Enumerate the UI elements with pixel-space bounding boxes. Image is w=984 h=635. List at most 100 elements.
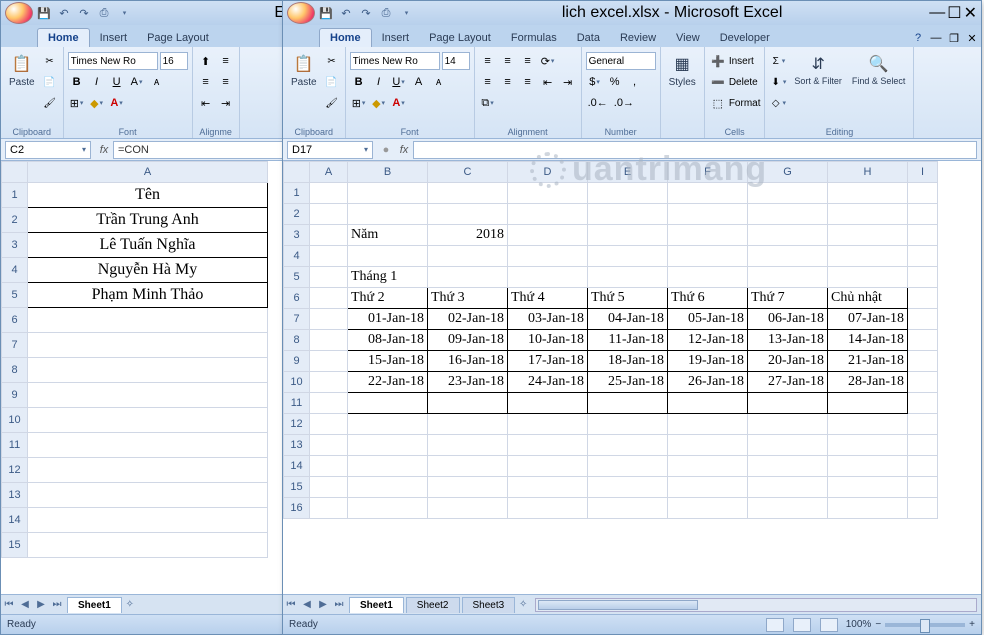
tab-pagelayout[interactable]: Page Layout xyxy=(419,29,501,47)
cell[interactable]: Năm xyxy=(348,225,428,246)
row-header[interactable]: 14 xyxy=(284,456,310,477)
cell[interactable] xyxy=(508,498,588,519)
align-left-icon[interactable]: ≡ xyxy=(479,73,497,91)
indent-dec-icon[interactable]: ⇤ xyxy=(539,73,557,91)
cell[interactable] xyxy=(508,246,588,267)
save-icon[interactable]: 💾 xyxy=(317,4,335,22)
cell[interactable] xyxy=(668,246,748,267)
cell[interactable] xyxy=(828,204,908,225)
sheet-nav-prev-icon[interactable]: ◀ xyxy=(299,599,315,610)
cell[interactable] xyxy=(908,246,938,267)
cell[interactable] xyxy=(668,204,748,225)
cell[interactable] xyxy=(748,267,828,288)
cell[interactable] xyxy=(748,456,828,477)
cell[interactable] xyxy=(28,383,268,408)
tab-data[interactable]: Data xyxy=(567,29,610,47)
italic-button[interactable]: I xyxy=(88,73,106,91)
cell[interactable] xyxy=(28,408,268,433)
cell[interactable] xyxy=(310,498,348,519)
zoom-slider[interactable] xyxy=(885,623,965,627)
cell[interactable]: 08-Jan-18 xyxy=(348,330,428,351)
cell[interactable]: 02-Jan-18 xyxy=(428,309,508,330)
cell[interactable] xyxy=(828,477,908,498)
cancel-icon[interactable]: ● xyxy=(377,141,395,159)
doc-restore-icon[interactable]: ❐ xyxy=(945,29,963,47)
col-header[interactable]: H xyxy=(828,162,908,183)
insert-cells-icon[interactable]: ➕ xyxy=(709,52,727,70)
new-sheet-icon[interactable]: ✧ xyxy=(122,599,138,610)
cell[interactable] xyxy=(348,183,428,204)
align-right-icon[interactable]: ≡ xyxy=(519,73,537,91)
worksheet-area[interactable]: A1Tên2Trần Trung Anh3Lê Tuấn Nghĩa4Nguyễ… xyxy=(1,161,289,594)
select-all-coride[interactable] xyxy=(2,162,28,183)
cell[interactable] xyxy=(588,435,668,456)
grow-font-icon[interactable]: A xyxy=(128,73,146,91)
cell[interactable]: 03-Jan-18 xyxy=(508,309,588,330)
cell[interactable]: Thứ 7 xyxy=(748,288,828,309)
print-icon[interactable]: ⎙ xyxy=(377,4,395,22)
cell[interactable] xyxy=(310,372,348,393)
fx-icon[interactable]: fx xyxy=(95,144,113,156)
cell[interactable] xyxy=(668,456,748,477)
cell[interactable] xyxy=(588,498,668,519)
row-header[interactable]: 8 xyxy=(2,358,28,383)
maximize-button[interactable]: ☐ xyxy=(947,3,961,23)
border-button[interactable]: ⊞ xyxy=(350,94,368,112)
cell[interactable] xyxy=(908,309,938,330)
shrink-font-icon[interactable]: ᴀ xyxy=(148,73,166,91)
zoom-in-icon[interactable]: + xyxy=(969,619,975,630)
scroll-thumb[interactable] xyxy=(538,600,698,610)
autosum-icon[interactable]: Σ xyxy=(769,51,788,71)
cell[interactable]: 25-Jan-18 xyxy=(588,372,668,393)
cell[interactable] xyxy=(828,225,908,246)
cell[interactable]: Thứ 2 xyxy=(348,288,428,309)
cell[interactable] xyxy=(310,435,348,456)
cell[interactable]: 14-Jan-18 xyxy=(828,330,908,351)
indent-inc-icon[interactable]: ⇥ xyxy=(559,73,577,91)
cell[interactable]: 05-Jan-18 xyxy=(668,309,748,330)
cell[interactable] xyxy=(668,183,748,204)
row-header[interactable]: 15 xyxy=(2,533,28,558)
border-button[interactable]: ⊞ xyxy=(68,94,86,112)
cell[interactable]: 21-Jan-18 xyxy=(828,351,908,372)
cell[interactable] xyxy=(508,183,588,204)
row-header[interactable]: 9 xyxy=(284,351,310,372)
print-icon[interactable]: ⎙ xyxy=(95,4,113,22)
formatpainter-icon[interactable]: 🖌 xyxy=(323,93,341,113)
cell[interactable] xyxy=(310,330,348,351)
cell[interactable] xyxy=(588,477,668,498)
redo-icon[interactable]: ↷ xyxy=(75,4,93,22)
sheet-nav-last-icon[interactable]: ⏭ xyxy=(331,599,347,610)
cell[interactable] xyxy=(310,204,348,225)
sheet-tab[interactable]: Sheet1 xyxy=(67,597,122,613)
cell[interactable]: 06-Jan-18 xyxy=(748,309,828,330)
cell[interactable] xyxy=(428,435,508,456)
worksheet-area[interactable]: ABCDEFGHI123Năm201845Tháng 16Thứ 2Thứ 3T… xyxy=(283,161,981,594)
cell[interactable] xyxy=(508,435,588,456)
cell[interactable]: 17-Jan-18 xyxy=(508,351,588,372)
cell[interactable] xyxy=(28,483,268,508)
cell[interactable] xyxy=(508,393,588,414)
cell[interactable] xyxy=(828,435,908,456)
cell[interactable]: 04-Jan-18 xyxy=(588,309,668,330)
sort-filter-button[interactable]: ⇵Sort & Filter xyxy=(790,51,846,88)
view-pagebreak-icon[interactable] xyxy=(820,618,838,632)
cell[interactable] xyxy=(508,204,588,225)
zoom-out-icon[interactable]: − xyxy=(875,619,881,630)
horizontal-scrollbar[interactable] xyxy=(535,598,977,612)
cut-icon[interactable]: ✂ xyxy=(41,51,59,71)
redo-icon[interactable]: ↷ xyxy=(357,4,375,22)
cell[interactable] xyxy=(588,456,668,477)
cell[interactable]: 19-Jan-18 xyxy=(668,351,748,372)
delete-cells-icon[interactable]: ➖ xyxy=(709,73,727,91)
sheet-nav-next-icon[interactable]: ▶ xyxy=(33,599,49,610)
cell[interactable]: 07-Jan-18 xyxy=(828,309,908,330)
cell[interactable] xyxy=(310,414,348,435)
cell[interactable] xyxy=(28,533,268,558)
cell[interactable] xyxy=(310,288,348,309)
cell[interactable] xyxy=(428,498,508,519)
office-button[interactable] xyxy=(5,2,33,24)
cell[interactable] xyxy=(748,183,828,204)
row-header[interactable]: 3 xyxy=(284,225,310,246)
styles-button[interactable]: ▦Styles xyxy=(665,51,700,90)
